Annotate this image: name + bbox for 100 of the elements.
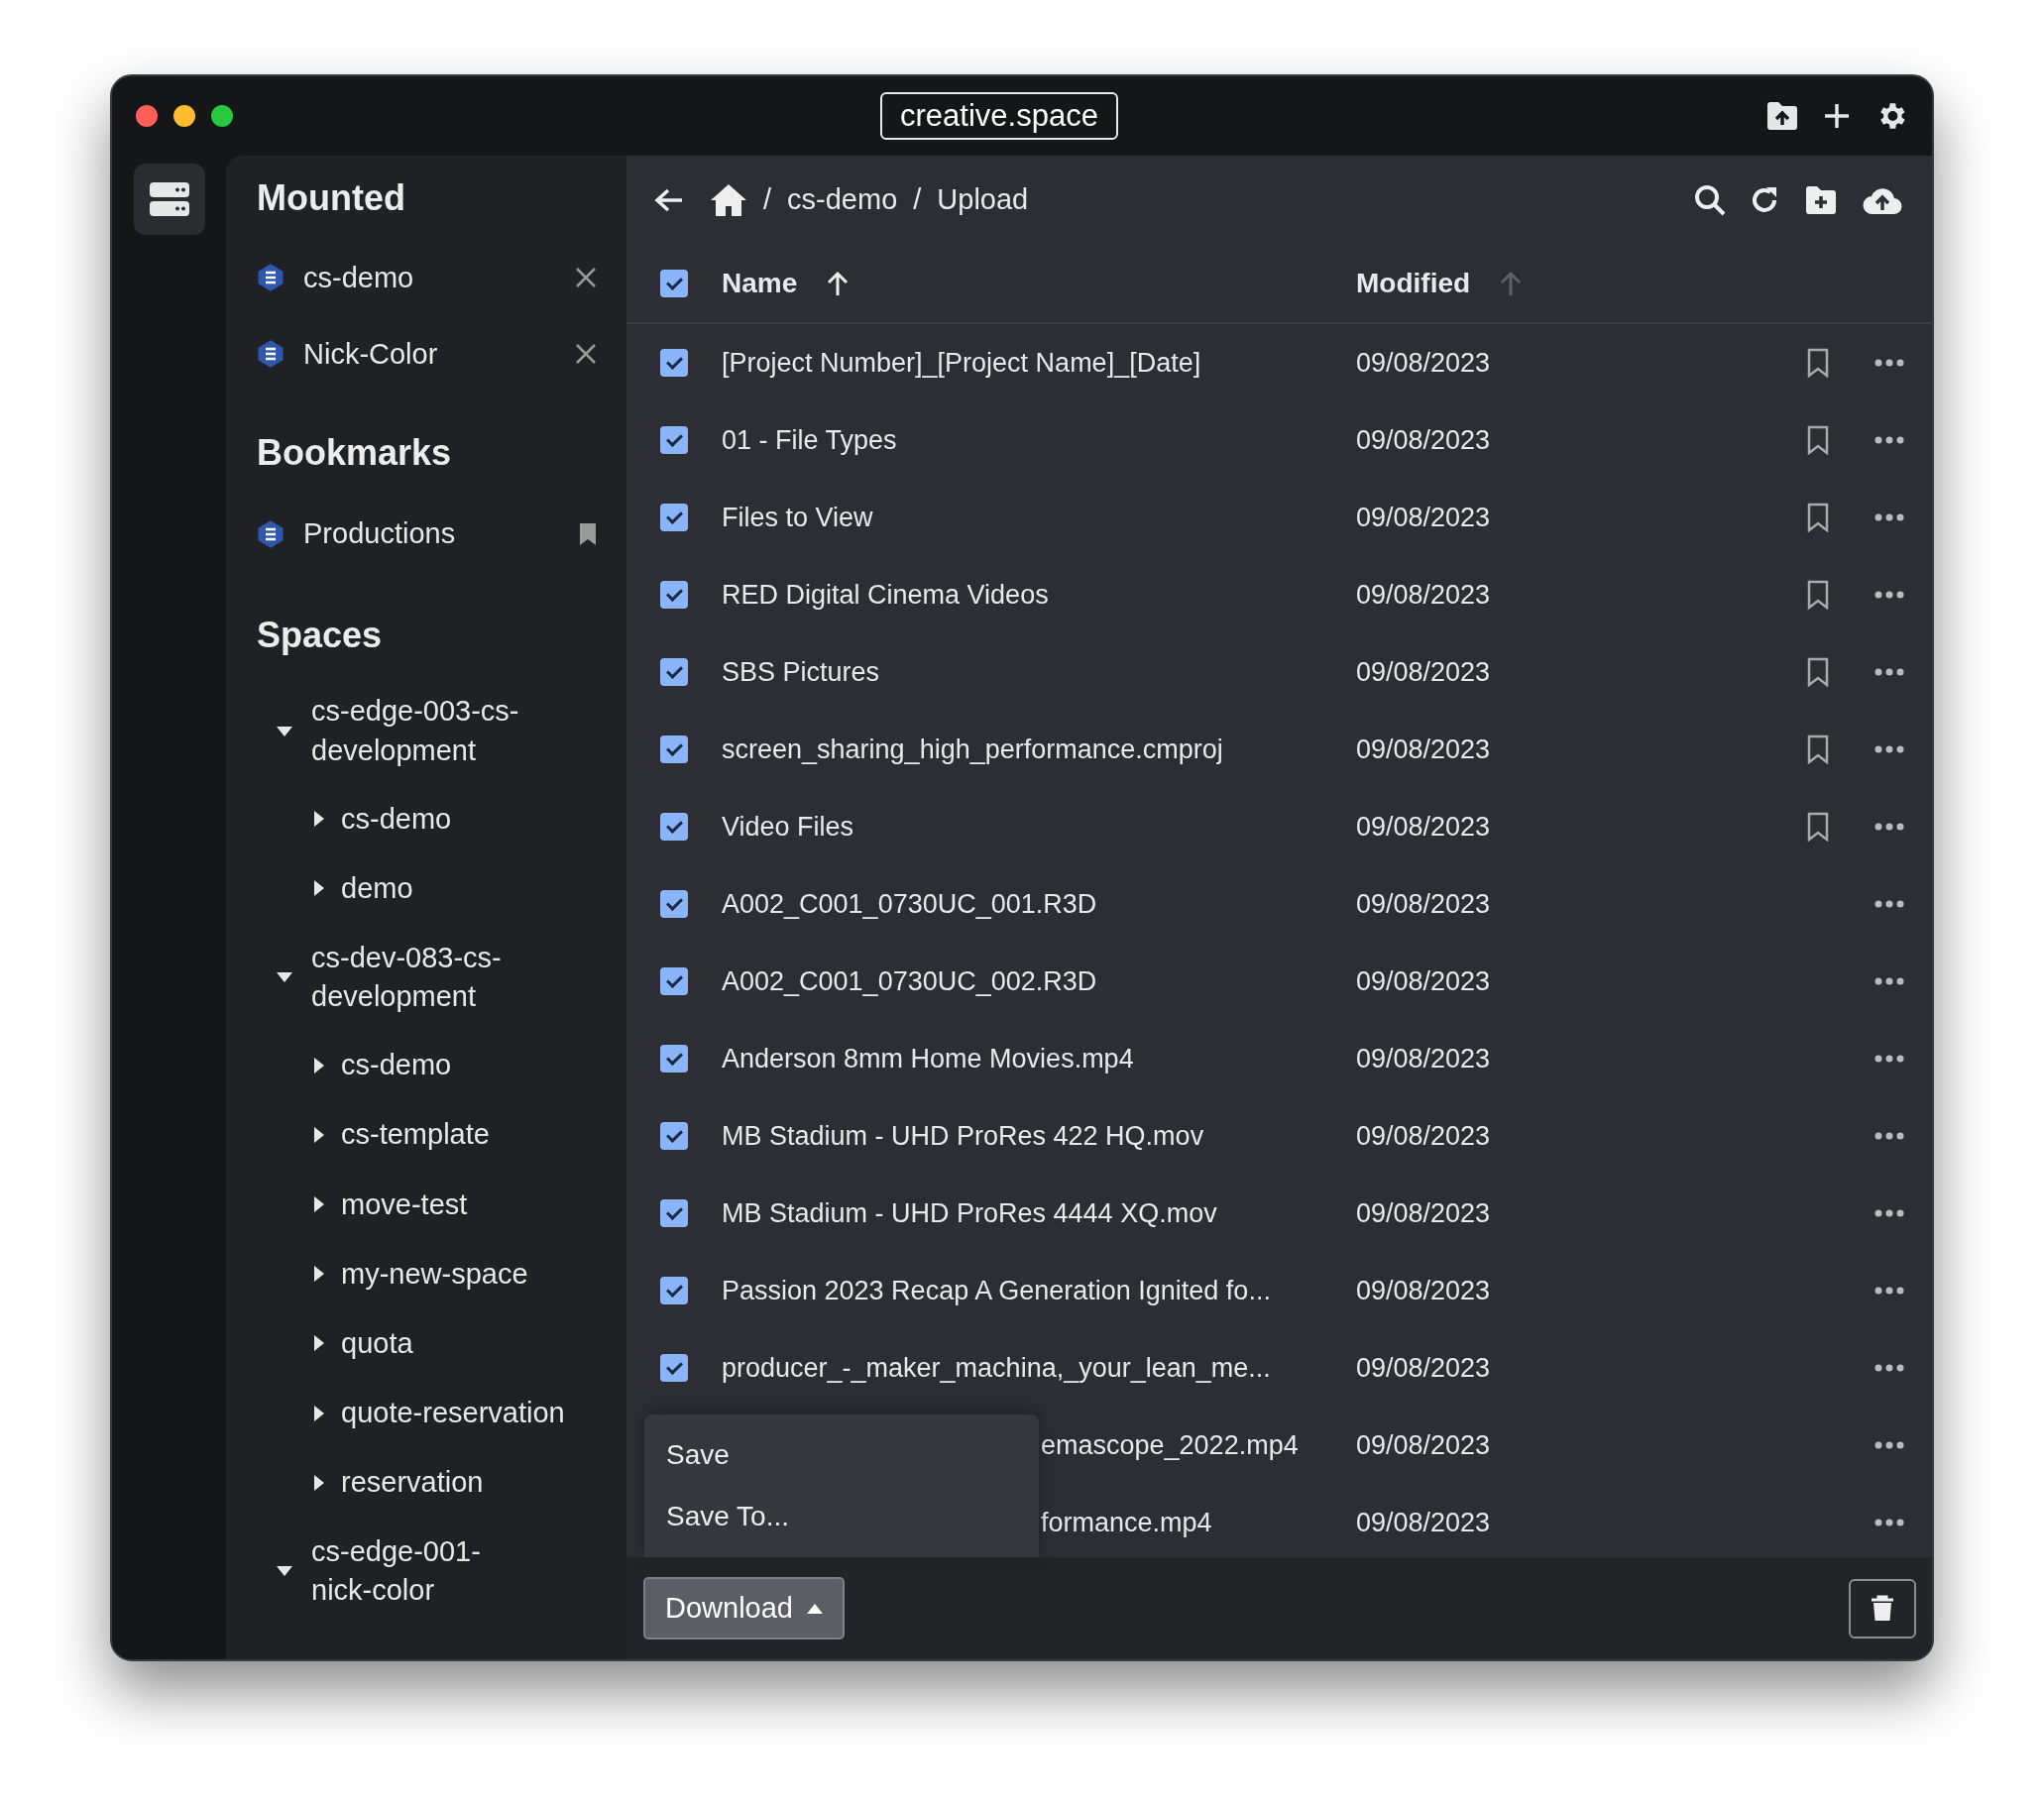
bookmark-icon[interactable] xyxy=(1807,657,1829,687)
more-icon[interactable] xyxy=(1874,1132,1904,1140)
close-icon[interactable] xyxy=(575,267,597,289)
row-checkbox[interactable] xyxy=(660,504,688,531)
row-checkbox[interactable] xyxy=(660,890,688,918)
more-icon[interactable] xyxy=(1874,1287,1904,1295)
more-icon[interactable] xyxy=(1874,977,1904,985)
caret-right-icon[interactable] xyxy=(314,1335,324,1352)
caret-down-icon[interactable] xyxy=(277,726,292,736)
select-all-checkbox[interactable] xyxy=(660,270,688,297)
tree-item[interactable]: demo xyxy=(341,868,413,908)
file-name[interactable]: SBS Pictures xyxy=(722,651,1356,693)
file-name[interactable]: MB Stadium - UHD ProRes 4444 XQ.mov xyxy=(722,1192,1356,1234)
tree-item[interactable]: cs-demo xyxy=(341,1046,452,1085)
minimize-window-button[interactable] xyxy=(173,105,195,127)
row-checkbox[interactable] xyxy=(660,349,688,377)
download-button[interactable]: Download xyxy=(643,1576,845,1640)
zoom-window-button[interactable] xyxy=(211,105,233,127)
row-checkbox[interactable] xyxy=(660,658,688,686)
more-icon[interactable] xyxy=(1874,1441,1904,1449)
tree-item[interactable]: move-test xyxy=(341,1185,468,1224)
bookmark-icon[interactable] xyxy=(1807,503,1829,532)
file-name[interactable]: Anderson 8mm Home Movies.mp4 xyxy=(722,1038,1356,1079)
caret-right-icon[interactable] xyxy=(314,1057,324,1074)
tree-item[interactable]: cs-demo xyxy=(341,799,452,839)
caret-right-icon[interactable] xyxy=(314,1474,324,1491)
server-icon[interactable] xyxy=(133,164,205,235)
more-icon[interactable] xyxy=(1874,745,1904,753)
file-name[interactable]: screen_sharing_high_performance.cmproj xyxy=(722,729,1356,770)
more-icon[interactable] xyxy=(1874,668,1904,676)
sidebar-item[interactable]: cs-demo xyxy=(303,256,575,300)
tree-item[interactable]: cs-edge-001-nick-color xyxy=(311,1532,539,1611)
row-checkbox[interactable] xyxy=(660,1277,688,1304)
row-checkbox[interactable] xyxy=(660,1199,688,1227)
sidebar-item[interactable]: Productions xyxy=(303,512,579,556)
sidebar-item[interactable]: Nick-Color xyxy=(303,332,575,377)
breadcrumb-link[interactable]: Upload xyxy=(937,178,1029,222)
cloud-upload-icon[interactable] xyxy=(1863,185,1902,215)
more-icon[interactable] xyxy=(1874,436,1904,444)
menu-item[interactable]: Save xyxy=(644,1424,1039,1486)
refresh-icon[interactable] xyxy=(1750,185,1779,215)
bookmark-icon[interactable] xyxy=(1807,580,1829,610)
tree-item[interactable]: reservation xyxy=(341,1463,484,1503)
bookmark-icon[interactable] xyxy=(1807,812,1829,842)
file-name[interactable]: [Project Number]_[Project Name]_[Date] xyxy=(722,342,1356,384)
caret-down-icon[interactable] xyxy=(277,972,292,983)
row-checkbox[interactable] xyxy=(660,735,688,763)
row-checkbox[interactable] xyxy=(660,426,688,454)
back-arrow-icon[interactable] xyxy=(654,187,684,213)
caret-right-icon[interactable] xyxy=(314,1196,324,1213)
column-header[interactable]: Modified xyxy=(1356,263,1471,304)
home-icon[interactable] xyxy=(710,183,747,217)
more-icon[interactable] xyxy=(1874,900,1904,908)
row-checkbox[interactable] xyxy=(660,967,688,995)
more-icon[interactable] xyxy=(1874,1364,1904,1372)
more-icon[interactable] xyxy=(1874,513,1904,521)
more-icon[interactable] xyxy=(1874,1209,1904,1217)
menu-item[interactable]: Save To... xyxy=(644,1486,1039,1547)
folder-upload-icon[interactable] xyxy=(1765,101,1799,131)
row-checkbox[interactable] xyxy=(660,1045,688,1073)
more-icon[interactable] xyxy=(1874,1519,1904,1526)
tree-item[interactable]: quote-reservation xyxy=(341,1393,565,1433)
column-header[interactable]: Name xyxy=(722,263,798,304)
tree-item[interactable]: my-new-space xyxy=(341,1254,528,1294)
new-folder-icon[interactable] xyxy=(1803,185,1839,215)
caret-down-icon[interactable] xyxy=(277,1566,292,1577)
row-checkbox[interactable] xyxy=(660,1122,688,1150)
caret-right-icon[interactable] xyxy=(314,1266,324,1283)
caret-right-icon[interactable] xyxy=(314,880,324,897)
file-name[interactable]: MB Stadium - UHD ProRes 422 HQ.mov xyxy=(722,1115,1356,1157)
row-checkbox[interactable] xyxy=(660,1354,688,1382)
caret-right-icon[interactable] xyxy=(314,1405,324,1421)
caret-right-icon[interactable] xyxy=(314,811,324,828)
more-icon[interactable] xyxy=(1874,1055,1904,1063)
file-name[interactable]: producer_-_maker_machina,_your_lean_me... xyxy=(722,1347,1356,1389)
delete-button[interactable] xyxy=(1849,1578,1916,1638)
bookmark-icon[interactable] xyxy=(1807,425,1829,455)
tree-item[interactable]: quota xyxy=(341,1323,413,1363)
bookmark-icon[interactable] xyxy=(1807,734,1829,764)
file-name[interactable]: A002_C001_0730UC_002.R3D xyxy=(722,960,1356,1002)
bookmark-icon[interactable] xyxy=(579,522,597,547)
close-window-button[interactable] xyxy=(136,105,158,127)
plus-icon[interactable] xyxy=(1823,102,1851,130)
file-name[interactable]: Video Files xyxy=(722,806,1356,848)
search-icon[interactable] xyxy=(1694,184,1726,216)
file-name[interactable]: 01 - File Types xyxy=(722,419,1356,461)
row-checkbox[interactable] xyxy=(660,581,688,609)
file-name[interactable]: Files to View xyxy=(722,497,1356,538)
close-icon[interactable] xyxy=(575,343,597,366)
more-icon[interactable] xyxy=(1874,591,1904,599)
file-name[interactable]: A002_C001_0730UC_001.R3D xyxy=(722,883,1356,925)
tree-item[interactable]: cs-edge-003-cs-development xyxy=(311,692,539,770)
file-name[interactable]: Passion 2023 Recap A Generation Ignited fo... xyxy=(722,1270,1356,1311)
more-icon[interactable] xyxy=(1874,823,1904,831)
more-icon[interactable] xyxy=(1874,359,1904,367)
breadcrumb-link[interactable]: cs-demo xyxy=(787,178,898,222)
tree-item[interactable]: cs-dev-083-cs-development xyxy=(311,938,539,1017)
row-checkbox[interactable] xyxy=(660,813,688,841)
caret-right-icon[interactable] xyxy=(314,1126,324,1143)
bookmark-icon[interactable] xyxy=(1807,348,1829,378)
